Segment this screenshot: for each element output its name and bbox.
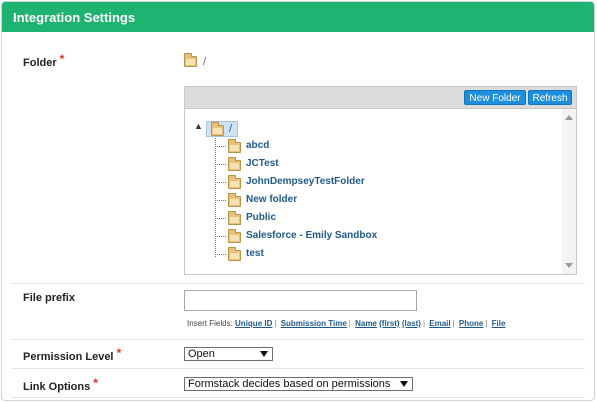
permission-level-select[interactable]: Open xyxy=(184,347,273,361)
tree-branch xyxy=(215,146,226,147)
tree-item-label: Salesforce - Emily Sandbox xyxy=(246,230,378,241)
folder-icon xyxy=(228,175,241,189)
folder-icon xyxy=(211,122,224,136)
tree-collapse-icon[interactable]: ▲ xyxy=(194,121,203,131)
link-options-value: Formstack decides based on permissions xyxy=(188,378,391,390)
new-folder-button[interactable]: New Folder xyxy=(464,90,526,105)
folder-icon xyxy=(228,211,241,225)
folder-browser: New Folder Refresh ▲ / abcd JCTest JohnD… xyxy=(184,86,577,275)
folder-icon xyxy=(184,53,197,67)
tree-root-label: / xyxy=(229,123,233,135)
tree-item-label: test xyxy=(246,248,264,259)
tree-branch xyxy=(215,182,226,183)
scroll-down-icon[interactable] xyxy=(565,263,573,268)
insert-field-file[interactable]: File xyxy=(492,319,506,328)
permission-level-label: Permission Level * xyxy=(23,346,122,363)
link-options-select[interactable]: Formstack decides based on permissions xyxy=(184,377,413,391)
panel-title: Integration Settings xyxy=(13,10,136,25)
tree-branch xyxy=(215,236,226,237)
folder-browser-toolbar: New Folder Refresh xyxy=(185,87,576,109)
link-options-label-text: Link Options xyxy=(23,381,91,393)
separator: | xyxy=(274,319,277,328)
tree-branch xyxy=(215,254,226,255)
integration-settings-panel: Integration Settings Folder * / New Folde… xyxy=(1,1,595,401)
dropdown-arrow-icon xyxy=(400,381,408,387)
scroll-up-icon[interactable] xyxy=(565,115,573,120)
tree-item-label: JCTest xyxy=(246,158,279,169)
permission-level-value: Open xyxy=(188,348,215,360)
refresh-button[interactable]: Refresh xyxy=(528,90,572,105)
folder-browser-scrollbar[interactable] xyxy=(562,109,576,274)
folder-label: Folder * xyxy=(23,52,65,69)
folder-icon xyxy=(228,193,241,207)
file-prefix-input[interactable] xyxy=(184,290,417,311)
insert-field-first[interactable]: (first) xyxy=(379,319,399,328)
row-divider xyxy=(12,339,585,340)
tree-item-label: JohnDempseyTestFolder xyxy=(246,176,365,187)
separator: | xyxy=(452,319,455,328)
folder-icon xyxy=(228,229,241,243)
tree-branch xyxy=(215,164,226,165)
tree-item-label: New folder xyxy=(246,194,298,205)
dropdown-arrow-icon xyxy=(260,351,268,357)
folder-label-text: Folder xyxy=(23,57,57,69)
folder-icon xyxy=(228,157,241,171)
row-divider xyxy=(12,368,585,369)
separator: | xyxy=(348,319,351,328)
link-options-label: Link Options * xyxy=(23,376,98,393)
folder-icon xyxy=(228,139,241,153)
panel-header: Integration Settings xyxy=(2,2,594,32)
tree-guide-line xyxy=(215,132,216,257)
insert-fields-label: Insert Fields: xyxy=(187,319,233,328)
tree-branch xyxy=(215,200,226,201)
permission-level-label-text: Permission Level xyxy=(23,351,114,363)
current-path-text: / xyxy=(203,56,207,68)
separator: | xyxy=(422,319,426,328)
separator: | xyxy=(485,319,488,328)
tree-branch xyxy=(215,218,226,219)
required-asterisk: * xyxy=(116,346,122,360)
insert-field-unique-id[interactable]: Unique ID xyxy=(235,319,272,328)
current-folder-path: / xyxy=(184,53,207,68)
tree-root-node[interactable]: / xyxy=(206,121,238,137)
required-asterisk: * xyxy=(93,376,98,390)
file-prefix-label: File prefix xyxy=(23,292,75,304)
insert-fields: Insert Fields: Unique ID | Submission Tim… xyxy=(187,319,505,328)
required-asterisk: * xyxy=(59,52,65,66)
tree-item-label: abcd xyxy=(246,140,270,151)
insert-field-phone[interactable]: Phone xyxy=(459,319,483,328)
row-divider xyxy=(12,397,585,398)
insert-field-last[interactable]: (last) xyxy=(402,319,421,328)
insert-field-email[interactable]: Email xyxy=(429,319,450,328)
tree-item-label: Public xyxy=(246,212,277,223)
insert-field-name[interactable]: Name xyxy=(355,319,377,328)
insert-field-submission-time[interactable]: Submission Time xyxy=(281,319,347,328)
folder-icon xyxy=(228,247,241,261)
row-divider xyxy=(12,283,585,284)
